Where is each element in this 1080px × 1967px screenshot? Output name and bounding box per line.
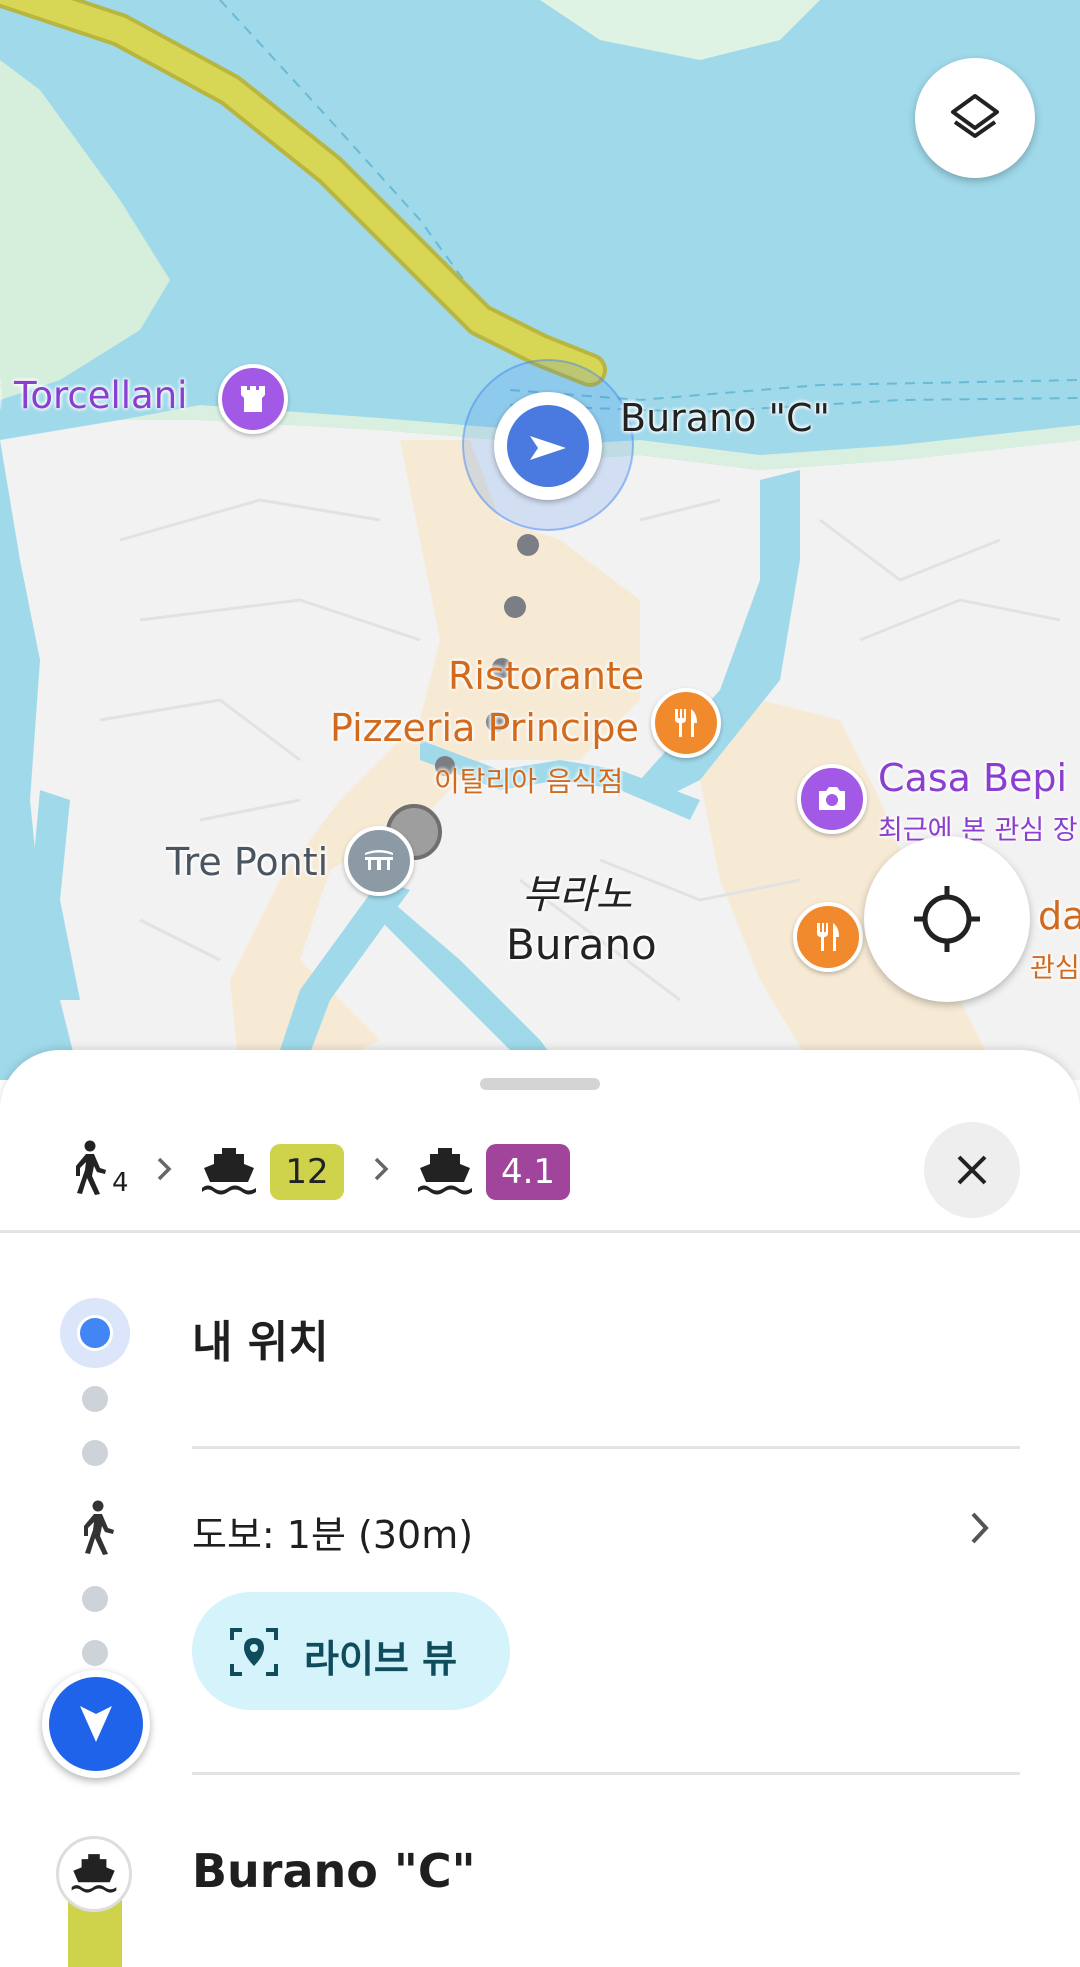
close-button[interactable]: [924, 1122, 1020, 1218]
attraction-pin[interactable]: [797, 764, 867, 834]
summary-divider: [0, 1230, 1080, 1233]
live-view-label: 라이브 뷰: [304, 1637, 458, 1681]
label-stop[interactable]: Burano "C": [620, 396, 830, 440]
ferry-line-badge-4-1: 4.1: [486, 1144, 570, 1200]
route-summary[interactable]: 4 12 4.1: [0, 1110, 1080, 1220]
directions-sheet[interactable]: 4 12 4.1 내 위치 도보: 1분 (30m) 라이브 뷰 Burano …: [0, 1050, 1080, 1967]
label-town-korean: 부라노: [522, 872, 633, 918]
landmark-pin[interactable]: [218, 364, 288, 434]
origin-marker: [60, 1298, 130, 1368]
origin-label[interactable]: 내 위치: [192, 1306, 329, 1370]
layers-icon: [951, 94, 999, 138]
walk-minutes: 4: [112, 1168, 129, 1198]
walk-step-label[interactable]: 도보: 1분 (30m): [192, 1504, 473, 1559]
bridge-pin[interactable]: [344, 826, 414, 896]
walking-icon: [76, 1140, 106, 1195]
ferry-icon: [71, 1854, 117, 1893]
ferry-icon: [418, 1148, 472, 1195]
map-view[interactable]: i Torcellani Burano "C" Ristorante Pizze…: [0, 0, 1080, 1080]
my-location-icon: [914, 886, 980, 952]
restaurant-pin-2[interactable]: [793, 902, 863, 972]
label-restaurant-line1[interactable]: Ristorante: [448, 654, 644, 698]
route-dot: [82, 1386, 108, 1412]
ferry-icon: [202, 1148, 256, 1195]
stop-label[interactable]: Burano "C": [192, 1844, 476, 1898]
chevron-right-icon: [157, 1157, 172, 1181]
label-restaurant-line2[interactable]: Pizzeria Principe: [330, 706, 639, 750]
label-tre-ponti[interactable]: Tre Ponti: [166, 840, 328, 884]
label-torcellani[interactable]: i Torcellani: [0, 374, 187, 417]
my-location-button[interactable]: [864, 836, 1030, 1002]
navigation-arrow-icon: [80, 1706, 112, 1742]
start-navigation-button[interactable]: [42, 1670, 150, 1778]
restaurant-icon: [817, 923, 839, 951]
navigation-arrow-icon: [530, 436, 566, 460]
drag-handle[interactable]: [480, 1078, 600, 1090]
walking-icon: [84, 1500, 114, 1555]
restaurant-pin[interactable]: [651, 688, 721, 758]
chevron-right-icon: [374, 1157, 389, 1181]
live-view-button[interactable]: 라이브 뷰: [192, 1592, 510, 1710]
label-casa-bepi[interactable]: Casa Bepi: [878, 756, 1067, 800]
ferry-stop-marker: [56, 1836, 132, 1912]
route-dot: [82, 1640, 108, 1666]
live-view-icon: [230, 1628, 278, 1676]
chevron-right-icon[interactable]: [968, 1510, 992, 1546]
label-town: Burano: [506, 920, 657, 969]
step-divider: [192, 1772, 1020, 1775]
route-dot: [82, 1440, 108, 1466]
bridge-icon: [365, 850, 393, 870]
label-da-sub-fragment: 관심 장: [1030, 953, 1080, 984]
camera-icon: [819, 787, 845, 810]
close-icon: [957, 1155, 987, 1185]
route-dot: [82, 1586, 108, 1612]
castle-icon: [241, 386, 265, 412]
ferry-line-badge-12: 12: [270, 1144, 344, 1200]
current-location-marker: [494, 392, 602, 500]
layers-button[interactable]: [915, 58, 1035, 178]
label-restaurant-category: 이탈리아 음식점: [434, 765, 624, 798]
restaurant-icon: [675, 709, 697, 737]
step-divider: [192, 1446, 1020, 1449]
label-da-fragment[interactable]: da: [1038, 894, 1080, 938]
